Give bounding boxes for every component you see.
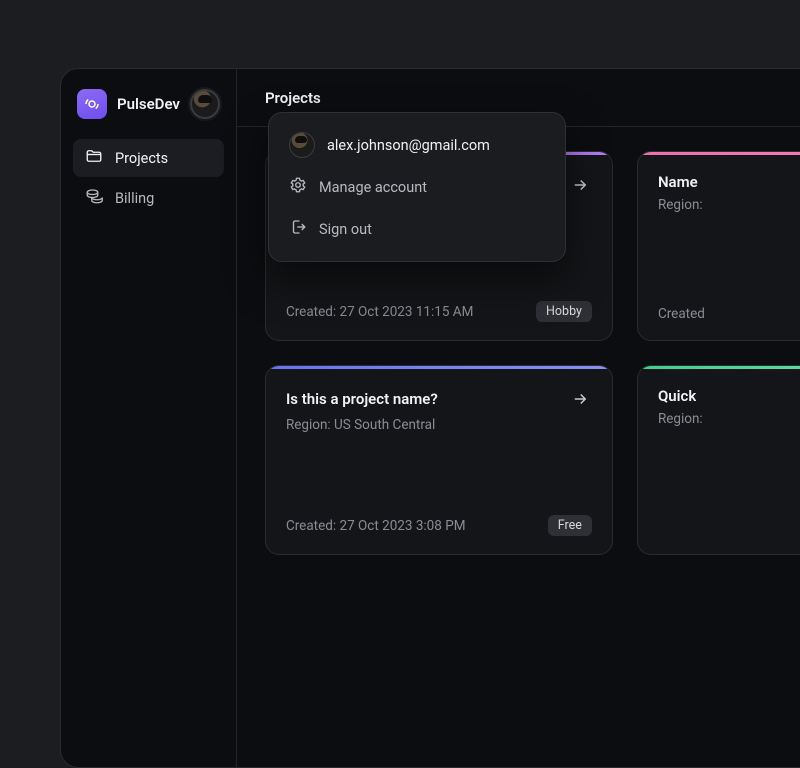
card-footer: Created [638, 292, 800, 340]
brand-logo [77, 89, 107, 119]
arrow-right-icon [571, 390, 589, 408]
arrow-right-icon [571, 176, 589, 194]
project-region: Region: [658, 197, 800, 213]
account-email: alex.johnson@gmail.com [327, 137, 490, 154]
project-created: Created [658, 306, 705, 322]
card-footer: Created: 27 Oct 2023 3:08 PM Free [266, 501, 612, 554]
coins-icon [85, 187, 103, 209]
brand-row: PulseDev [73, 87, 224, 137]
avatar [289, 132, 315, 158]
page-title-text: Projects [265, 89, 321, 107]
sidebar-item-label: Billing [115, 190, 154, 207]
project-region: Region: US South Central [286, 417, 592, 433]
account-email-row: alex.johnson@gmail.com [281, 125, 553, 165]
project-created: Created: 27 Oct 2023 3:08 PM [286, 518, 466, 534]
project-region: Region: [658, 411, 800, 427]
sidebar-nav: Projects Billing [73, 139, 224, 217]
plan-badge: Hobby [536, 301, 592, 322]
project-card[interactable]: Quick Region: [637, 365, 800, 555]
folder-icon [85, 147, 103, 169]
sidebar-item-projects[interactable]: Projects [73, 139, 224, 177]
account-menu: alex.johnson@gmail.com Manage account Si… [268, 112, 566, 262]
project-name: Is this a project name? [286, 390, 438, 408]
card-body: Quick Region: [638, 369, 800, 522]
open-project-button[interactable] [568, 173, 592, 197]
plan-badge: Free [548, 515, 592, 536]
manage-account-label: Manage account [319, 179, 427, 196]
project-card[interactable]: Name Region: Created [637, 151, 800, 341]
brand-name: PulseDev [117, 95, 180, 113]
gear-icon [289, 176, 307, 198]
project-name: Name [658, 173, 698, 191]
sign-out-icon [289, 218, 307, 240]
card-footer [638, 522, 800, 554]
sidebar-item-label: Projects [115, 150, 168, 167]
card-footer: Created: 27 Oct 2023 11:15 AM Hobby [266, 287, 612, 340]
sign-out-button[interactable]: Sign out [281, 209, 553, 249]
project-created: Created: 27 Oct 2023 11:15 AM [286, 304, 473, 320]
sign-out-label: Sign out [319, 221, 372, 238]
avatar[interactable] [190, 89, 220, 119]
open-project-button[interactable] [568, 387, 592, 411]
card-body: Is this a project name? Region: US South… [266, 369, 612, 501]
project-card[interactable]: Is this a project name? Region: US South… [265, 365, 613, 555]
manage-account-button[interactable]: Manage account [281, 167, 553, 207]
project-name: Quick [658, 387, 696, 405]
sidebar: PulseDev Projects [61, 69, 237, 767]
card-body: Name Region: [638, 155, 800, 292]
sidebar-item-billing[interactable]: Billing [73, 179, 224, 217]
